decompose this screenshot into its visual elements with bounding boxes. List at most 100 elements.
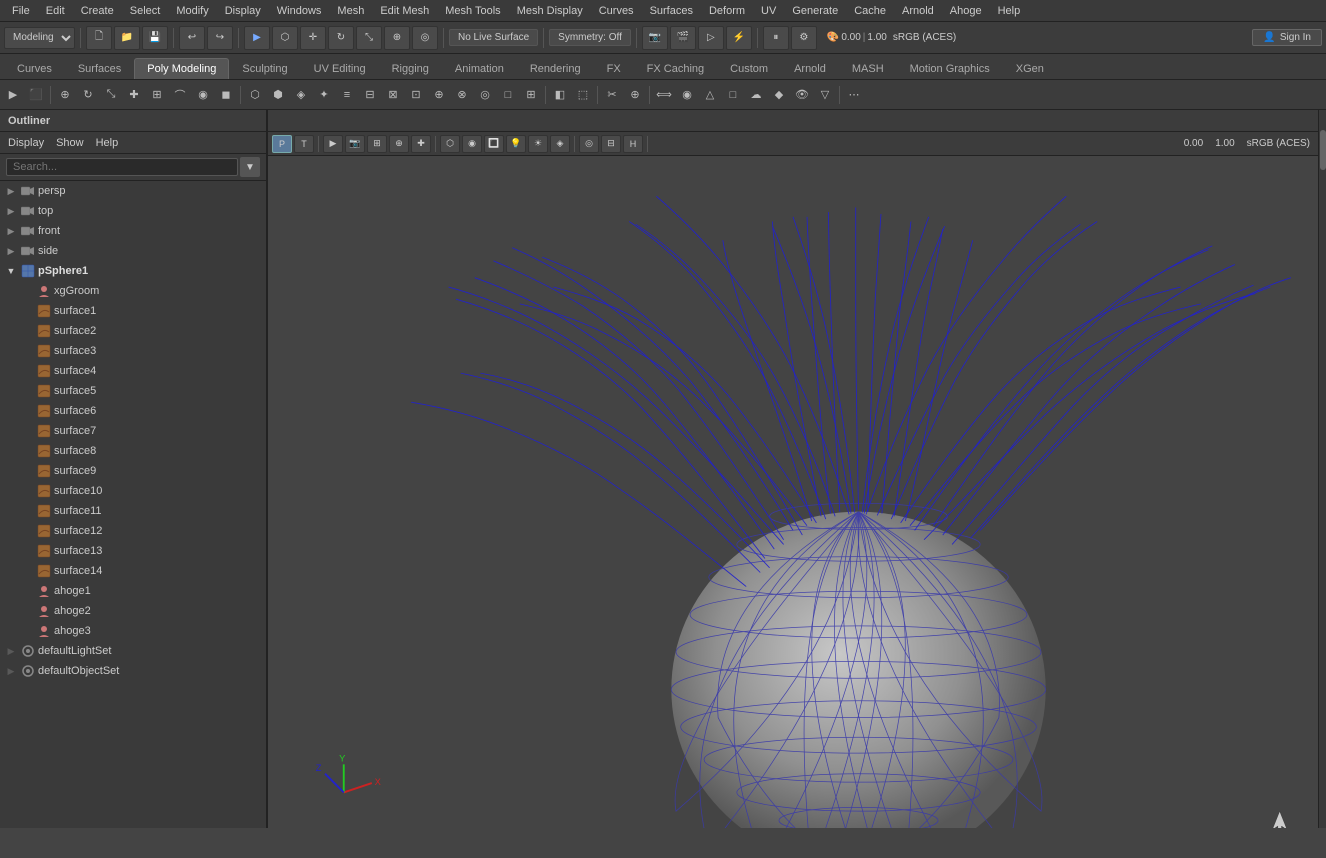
tab-curves[interactable]: Curves	[4, 58, 65, 79]
soften-button[interactable]: ☁	[745, 84, 767, 106]
outliner-item-surface6[interactable]: surface6	[0, 401, 266, 421]
camera-top-btn[interactable]: T	[294, 135, 314, 153]
display-layer-button[interactable]: ⬚	[572, 84, 594, 106]
split-polygon-button[interactable]: ⊕	[428, 84, 450, 106]
tab-uv-editing[interactable]: UV Editing	[301, 58, 379, 79]
outliner-search-input[interactable]	[6, 158, 238, 176]
triangulate-button[interactable]: △	[699, 84, 721, 106]
playblast-btn[interactable]: ▶	[323, 135, 343, 153]
soft-mod-button[interactable]: ◎	[412, 26, 438, 50]
expand-icon-surface1[interactable]	[20, 304, 34, 318]
reduce-button[interactable]: ▽	[814, 84, 836, 106]
expand-icon-surface14[interactable]	[20, 564, 34, 578]
pause-button[interactable]: ⏸	[763, 26, 789, 50]
expand-icon-ahoge3[interactable]	[20, 624, 34, 638]
render-view-button[interactable]: 🎬	[670, 26, 696, 50]
outliner-display-menu[interactable]: Display	[8, 137, 44, 149]
select-button[interactable]: ▶	[244, 26, 270, 50]
redo-button[interactable]: ↪	[207, 26, 233, 50]
outliner-item-defaultlightset[interactable]: ▶defaultLightSet	[0, 641, 266, 661]
tab-fx-caching[interactable]: FX Caching	[634, 58, 717, 79]
menu-item-ahoge[interactable]: Ahoge	[942, 3, 990, 19]
outliner-item-surface3[interactable]: surface3	[0, 341, 266, 361]
expand-icon-surface2[interactable]	[20, 324, 34, 338]
viewport-canvas[interactable]: X Y Z	[268, 156, 1318, 828]
merge-button[interactable]: ◎	[474, 84, 496, 106]
tab-arnold[interactable]: Arnold	[781, 58, 839, 79]
outliner-item-surface13[interactable]: surface13	[0, 541, 266, 561]
expand-icon-surface9[interactable]	[20, 464, 34, 478]
menu-item-file[interactable]: File	[4, 3, 38, 19]
vp-lights-btn[interactable]: 💡	[506, 135, 526, 153]
select-mode-button[interactable]: ▶	[2, 84, 24, 106]
snap-to-surface-button[interactable]: ◼	[215, 84, 237, 106]
outliner-item-persp[interactable]: ▶persp	[0, 181, 266, 201]
outliner-item-ahoge2[interactable]: ahoge2	[0, 601, 266, 621]
open-file-button[interactable]: 📁	[114, 26, 140, 50]
expand-icon-surface13[interactable]	[20, 544, 34, 558]
menu-item-mesh[interactable]: Mesh	[329, 3, 372, 19]
outliner-item-surface2[interactable]: surface2	[0, 321, 266, 341]
outliner-show-menu[interactable]: Show	[56, 137, 84, 149]
expand-icon-top[interactable]: ▶	[4, 204, 18, 218]
menu-item-edit-mesh[interactable]: Edit Mesh	[372, 3, 437, 19]
snapshot-btn[interactable]: 📷	[345, 135, 365, 153]
menu-item-help[interactable]: Help	[990, 3, 1029, 19]
no-live-surface-indicator[interactable]: No Live Surface	[449, 29, 538, 46]
save-file-button[interactable]: 💾	[142, 26, 168, 50]
tab-fx[interactable]: FX	[594, 58, 634, 79]
crease-button[interactable]: ✦	[313, 84, 335, 106]
outliner-item-surface9[interactable]: surface9	[0, 461, 266, 481]
tab-xgen[interactable]: XGen	[1003, 58, 1057, 79]
snap-to-point-button[interactable]: ◉	[192, 84, 214, 106]
new-file-button[interactable]: 🗋	[86, 26, 112, 50]
settings-button[interactable]: ⚙	[791, 26, 817, 50]
quad-button[interactable]: □	[722, 84, 744, 106]
menu-item-surfaces[interactable]: Surfaces	[642, 3, 701, 19]
scale-tool-button[interactable]: ⤡	[100, 84, 122, 106]
duplicate-button[interactable]: ⊞	[520, 84, 542, 106]
bevel-button[interactable]: ◈	[290, 84, 312, 106]
expand-icon-defaultObjectSet[interactable]: ▶	[4, 664, 18, 678]
outliner-item-top[interactable]: ▶top	[0, 201, 266, 221]
menu-item-display[interactable]: Display	[217, 3, 269, 19]
snap-to-grid-button[interactable]: ⊞	[146, 84, 168, 106]
outliner-item-surface14[interactable]: surface14	[0, 561, 266, 581]
menu-item-select[interactable]: Select	[122, 3, 169, 19]
vp-smooth-btn[interactable]: ◉	[462, 135, 482, 153]
sign-in-button[interactable]: 👤 Sign In	[1252, 29, 1322, 46]
vp-snap-btn[interactable]: ⊕	[389, 135, 409, 153]
move-tool-button[interactable]: ⊕	[54, 84, 76, 106]
target-weld-button[interactable]: ⊕	[624, 84, 646, 106]
paint-select-button[interactable]: ⬛	[25, 84, 47, 106]
tab-mash[interactable]: MASH	[839, 58, 897, 79]
expand-icon-surface5[interactable]	[20, 384, 34, 398]
expand-icon-ahoge1[interactable]	[20, 584, 34, 598]
camera-button[interactable]: 📷	[642, 26, 668, 50]
tab-rigging[interactable]: Rigging	[379, 58, 442, 79]
menu-item-generate[interactable]: Generate	[784, 3, 846, 19]
outliner-item-defaultobjectset[interactable]: ▶defaultObjectSet	[0, 661, 266, 681]
outliner-search-dropdown[interactable]: ▼	[240, 157, 260, 177]
outliner-item-psphere1[interactable]: ▼pSphere1	[0, 261, 266, 281]
extrude-button[interactable]: ⬡	[244, 84, 266, 106]
more-button[interactable]: ⋯	[843, 84, 865, 106]
vp-pivot-btn[interactable]: ✚	[411, 135, 431, 153]
scale-button[interactable]: ⤡	[356, 26, 382, 50]
layer-button[interactable]: ◧	[549, 84, 571, 106]
undo-button[interactable]: ↩	[179, 26, 205, 50]
detach-button[interactable]: ⊡	[405, 84, 427, 106]
menu-item-curves[interactable]: Curves	[591, 3, 642, 19]
menu-item-arnold[interactable]: Arnold	[894, 3, 942, 19]
transform-tool-button[interactable]: ✚	[123, 84, 145, 106]
expand-icon-defaultLightSet[interactable]: ▶	[4, 644, 18, 658]
expand-icon-ahoge2[interactable]	[20, 604, 34, 618]
outliner-item-xggroom[interactable]: xgGroom	[0, 281, 266, 301]
outliner-item-surface12[interactable]: surface12	[0, 521, 266, 541]
move-button[interactable]: ✛	[300, 26, 326, 50]
menu-item-edit[interactable]: Edit	[38, 3, 73, 19]
tab-surfaces[interactable]: Surfaces	[65, 58, 134, 79]
bridge-button[interactable]: ⬢	[267, 84, 289, 106]
tab-poly-modeling[interactable]: Poly Modeling	[134, 58, 229, 79]
render-button[interactable]: ▷	[698, 26, 724, 50]
